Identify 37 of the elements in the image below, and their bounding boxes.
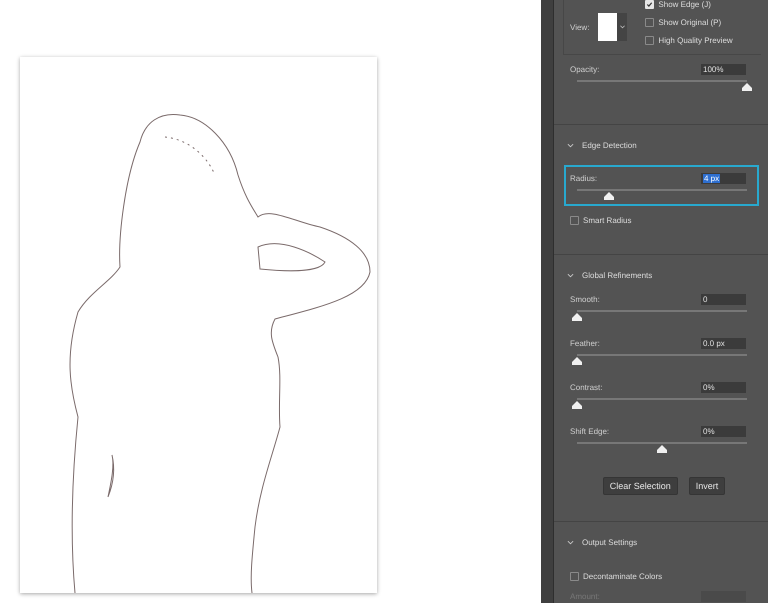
slider-label: Smooth: — [570, 295, 600, 304]
checkbox-label: High Quality Preview — [658, 36, 733, 45]
checkbox[interactable] — [570, 572, 579, 581]
view-dropdown[interactable] — [598, 13, 628, 41]
checkbox[interactable] — [645, 36, 654, 45]
value-field[interactable]: 0% — [701, 426, 746, 437]
checkbox-label: Show Original (P) — [658, 18, 722, 27]
value-field[interactable]: 100% — [701, 64, 746, 75]
chevron-icon[interactable] — [567, 540, 574, 544]
preview-swatch — [598, 13, 618, 41]
action-button[interactable]: Invert — [688, 477, 726, 495]
chevron-icon[interactable] — [567, 142, 574, 148]
slider-label: Feather: — [570, 339, 600, 348]
chevron-icon[interactable] — [567, 272, 574, 278]
checkbox[interactable] — [570, 216, 579, 225]
section-title: Edge Detection — [582, 140, 637, 150]
slider-thumb[interactable] — [572, 313, 582, 321]
value-field[interactable]: 0% — [701, 382, 746, 393]
slider-label: Radius: — [570, 174, 598, 183]
checkbox-label: Show Edge (J) — [658, 0, 711, 9]
slider-thumb[interactable] — [742, 83, 752, 91]
slider-label: Contrast: — [570, 383, 602, 392]
slider-label: Shift Edge: — [570, 427, 610, 436]
view-label: View: — [570, 22, 590, 32]
checkbox[interactable] — [645, 18, 654, 27]
value-field[interactable]: 0 — [701, 294, 746, 305]
caret-icon — [620, 25, 625, 29]
section-title: Global Refinements — [582, 270, 652, 280]
slider-thumb[interactable] — [572, 401, 582, 409]
value-field[interactable]: 0.0 px — [701, 338, 746, 349]
checkbox-label: Smart Radius — [583, 216, 632, 225]
checkbox-label: Decontaminate Colors — [583, 572, 662, 581]
slider-thumb[interactable] — [572, 357, 582, 365]
slider-label: Opacity: — [570, 65, 600, 74]
action-button[interactable]: Clear Selection — [602, 477, 678, 495]
section-title: Output Settings — [582, 538, 638, 546]
value-field[interactable]: 4 px — [701, 173, 746, 184]
